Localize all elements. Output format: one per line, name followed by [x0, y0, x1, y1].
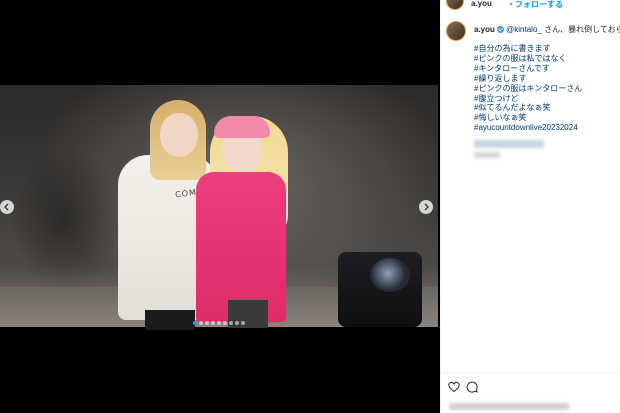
- carousel-dot: [241, 321, 245, 325]
- media-pane: COMPLETE: [0, 0, 440, 413]
- hashtag-link[interactable]: #ピンクの服はキンタローさん: [474, 84, 619, 94]
- caption-head: a.you @kintalo_ さん、暴れ倒しておられま: [474, 24, 620, 35]
- post-sidebar: a.you ・フォローする a.you @kintalo_ さん、暴れ倒しておら…: [440, 0, 620, 413]
- carousel-dot: [193, 321, 197, 325]
- person-white-hoodie-face: [160, 113, 198, 157]
- hashtag-link[interactable]: #繰り返します: [474, 74, 619, 84]
- carousel-next-button[interactable]: [419, 200, 433, 214]
- carousel-prev-button[interactable]: [0, 200, 14, 214]
- avatar[interactable]: [446, 0, 464, 10]
- hashtag-link[interactable]: #ピンクの服は私ではなく: [474, 54, 619, 64]
- person-pink-dress-bangs: [214, 116, 270, 138]
- blurred-likes: [449, 403, 569, 410]
- post-header: a.you ・フォローする: [441, 0, 620, 10]
- action-bar: [446, 378, 616, 394]
- carousel-dot: [217, 321, 221, 325]
- caption-mention[interactable]: @kintalo_: [506, 25, 542, 34]
- carousel-dot: [199, 321, 203, 325]
- blurred-link: [474, 140, 544, 148]
- caption-text: さん、暴れ倒しておられま: [544, 25, 620, 34]
- caption-hashtags: #自分の為に書きます #ピンクの服は私ではなく #キンタローさんです #繰り返します #…: [474, 44, 619, 133]
- chevron-right-icon: [424, 203, 429, 211]
- actions-divider: [441, 372, 620, 373]
- chevron-left-icon: [4, 203, 9, 211]
- carousel-dot: [235, 321, 239, 325]
- header-username[interactable]: a.you: [471, 0, 492, 8]
- hashtag-link[interactable]: #自分の為に書きます: [474, 44, 619, 54]
- verified-badge-icon: [496, 26, 504, 34]
- hashtag-link[interactable]: #似てるんだよなぁ笑: [474, 103, 619, 113]
- carousel-dot: [211, 321, 215, 325]
- blurred-timestamp: [474, 152, 500, 158]
- carousel-indicator: [0, 318, 438, 325]
- carousel-dot: [223, 321, 227, 325]
- like-button[interactable]: [448, 380, 460, 398]
- stage-light-lens: [370, 258, 410, 292]
- comment-avatar[interactable]: [446, 21, 466, 41]
- hashtag-link[interactable]: #キンタローさんです: [474, 64, 619, 74]
- caption-username[interactable]: a.you: [474, 25, 495, 34]
- comment-button[interactable]: [466, 380, 478, 398]
- comment-icon: [466, 381, 478, 393]
- hashtag-link[interactable]: #悔しいなぁ笑: [474, 113, 619, 123]
- heart-icon: [448, 381, 460, 393]
- hashtag-link[interactable]: #腹立つけど: [474, 94, 619, 104]
- follow-button[interactable]: ・フォローする: [507, 0, 563, 10]
- hashtag-link[interactable]: #ayucountdownlive20232024: [474, 123, 619, 133]
- carousel-dot: [205, 321, 209, 325]
- carousel-dot: [229, 321, 233, 325]
